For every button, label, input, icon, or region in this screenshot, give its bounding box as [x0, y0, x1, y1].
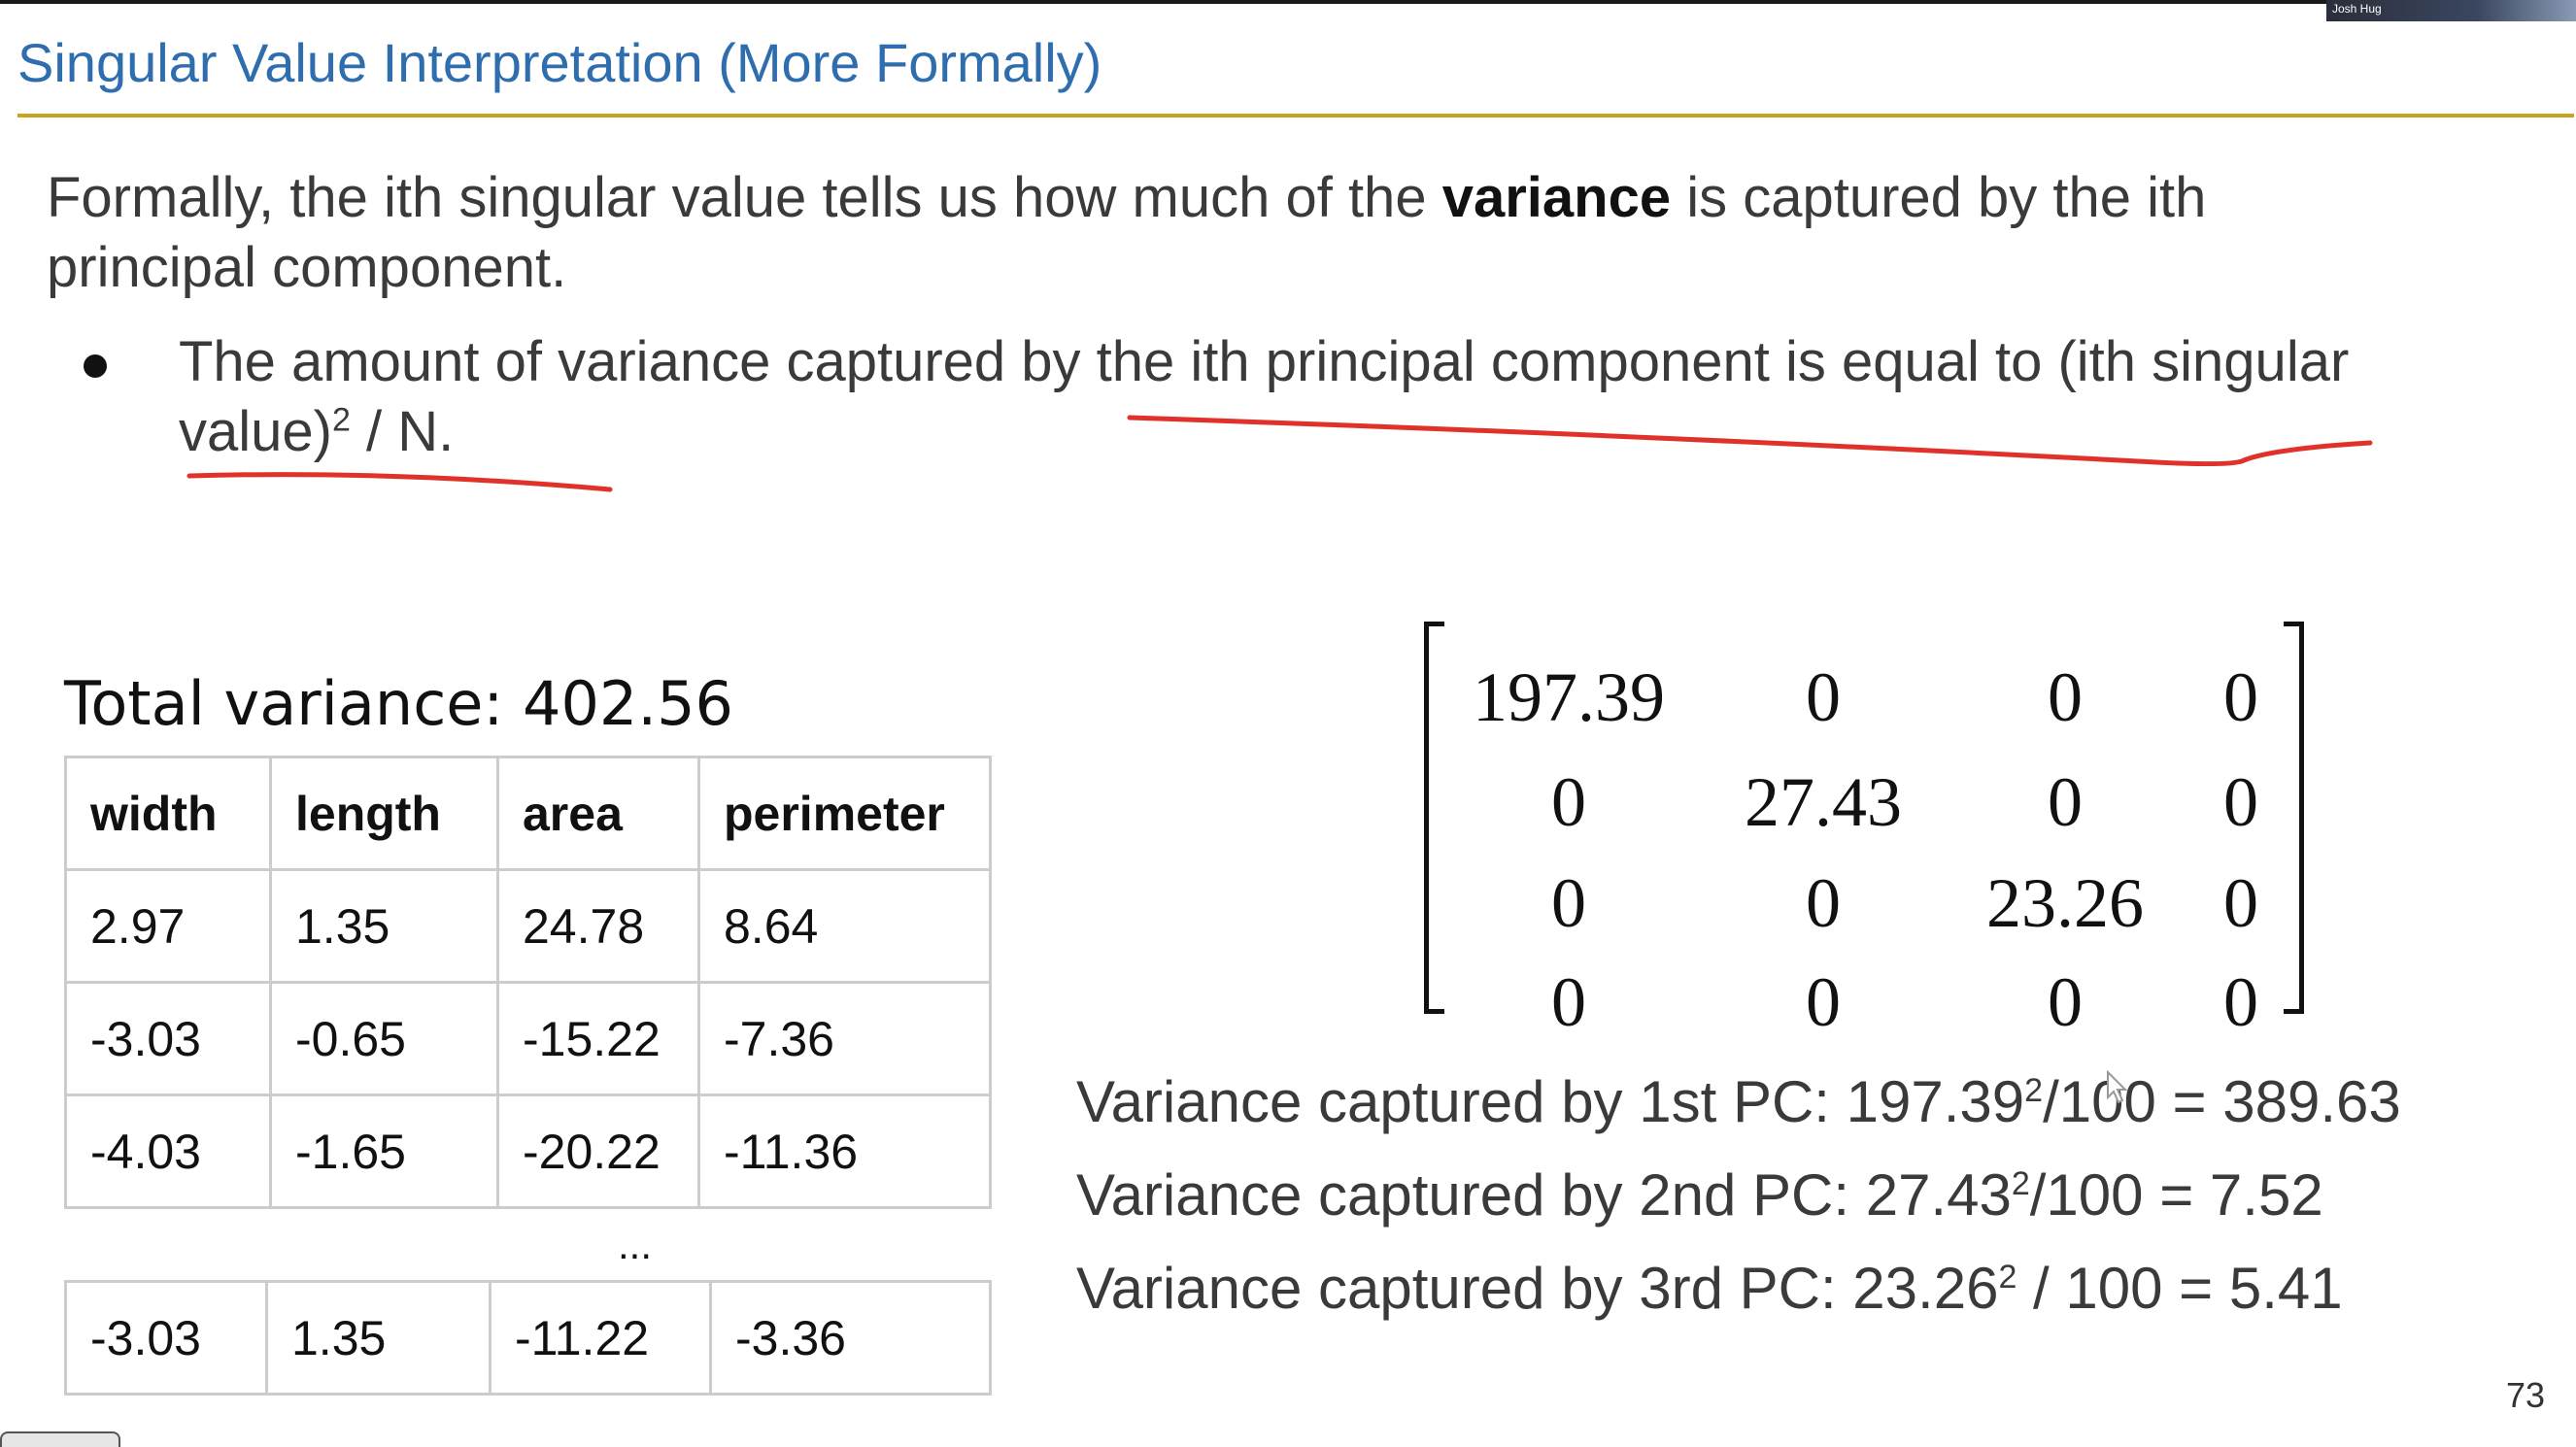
variance-text: Variance captured by 1st PC: 197.39 [1076, 1069, 2025, 1134]
table-cell: -0.65 [269, 981, 499, 1096]
table-cell: -3.03 [64, 1280, 268, 1396]
table-cell: -11.36 [697, 1094, 992, 1209]
table-cell: 8.64 [697, 868, 992, 984]
matrix-cell: 197.39 [1473, 658, 1665, 736]
matrix-cell: 0 [1551, 864, 1586, 942]
table-header-cell: perimeter [697, 756, 992, 871]
data-table: width length area perimeter 2.97 1.35 24… [64, 756, 992, 1209]
table-row: -3.03 1.35 -11.22 -3.36 [64, 1280, 992, 1396]
variance-line-pc2: Variance captured by 2nd PC: 27.432/100 … [1076, 1161, 2323, 1228]
variance-line-pc1: Variance captured by 1st PC: 197.392/100… [1076, 1068, 2401, 1135]
table-header-cell: width [64, 756, 272, 871]
variance-superscript: 2 [2024, 1072, 2044, 1109]
table-cell: -3.03 [64, 981, 272, 1096]
total-variance-label: Total variance: 402.56 [64, 668, 733, 739]
matrix-left-bracket [1424, 622, 1444, 1014]
table-row: 2.97 1.35 24.78 8.64 [64, 868, 992, 984]
variance-line-pc3: Variance captured by 3rd PC: 23.262 / 10… [1076, 1255, 2343, 1322]
table-cell: -4.03 [64, 1094, 272, 1209]
matrix-cell: 0 [1551, 963, 1586, 1041]
table-ellipsis: ... [618, 1222, 653, 1267]
variance-text: /100 = 389.63 [2043, 1069, 2401, 1134]
table-cell: -3.36 [709, 1280, 992, 1396]
creative-commons-license-icon [0, 1431, 120, 1447]
table-cell: -7.36 [697, 981, 992, 1096]
table-header-cell: area [496, 756, 700, 871]
table-header-row: width length area perimeter [64, 756, 992, 871]
table-cell: 1.35 [265, 1280, 491, 1396]
matrix-cell: 0 [1551, 763, 1586, 841]
table-row: -3.03 -0.65 -15.22 -7.36 [64, 981, 992, 1096]
matrix-cell: 0 [2223, 864, 2258, 942]
matrix-cell: 0 [2223, 658, 2258, 736]
pen-underline-long [1127, 415, 2373, 467]
table-cell: -1.65 [269, 1094, 499, 1209]
matrix-cell: 0 [1806, 658, 1841, 736]
table-cell: 1.35 [269, 868, 499, 984]
mouse-cursor-icon [2107, 1070, 2128, 1104]
table-cell: -20.22 [496, 1094, 700, 1209]
data-table-last-row: -3.03 1.35 -11.22 -3.36 [64, 1280, 992, 1396]
variance-text: Variance captured by 3rd PC: 23.26 [1076, 1256, 1999, 1321]
table-cell: 24.78 [496, 868, 700, 984]
singular-value-matrix: 197.39 0 0 0 0 27.43 0 0 0 0 23.26 0 0 0… [1424, 622, 2304, 1041]
matrix-cell: 0 [2223, 763, 2258, 841]
page-number: 73 [2506, 1375, 2546, 1415]
matrix-cell: 0 [2223, 963, 2258, 1041]
variance-text: Variance captured by 2nd PC: 27.43 [1076, 1162, 2012, 1228]
matrix-cell: 0 [1806, 864, 1841, 942]
table-cell: -15.22 [496, 981, 700, 1096]
table-cell: 2.97 [64, 868, 272, 984]
table-cell: -11.22 [489, 1280, 712, 1396]
variance-superscript: 2 [1998, 1259, 2017, 1296]
variance-superscript: 2 [2011, 1165, 2030, 1202]
matrix-cell: 0 [1806, 963, 1841, 1041]
variance-text: /100 = 7.52 [2029, 1162, 2323, 1228]
table-header-cell: length [269, 756, 499, 871]
matrix-cell: 27.43 [1745, 763, 1902, 841]
pen-underline-short [186, 472, 613, 492]
variance-text: / 100 = 5.41 [2017, 1256, 2343, 1321]
table-row: -4.03 -1.65 -20.22 -11.36 [64, 1094, 992, 1209]
